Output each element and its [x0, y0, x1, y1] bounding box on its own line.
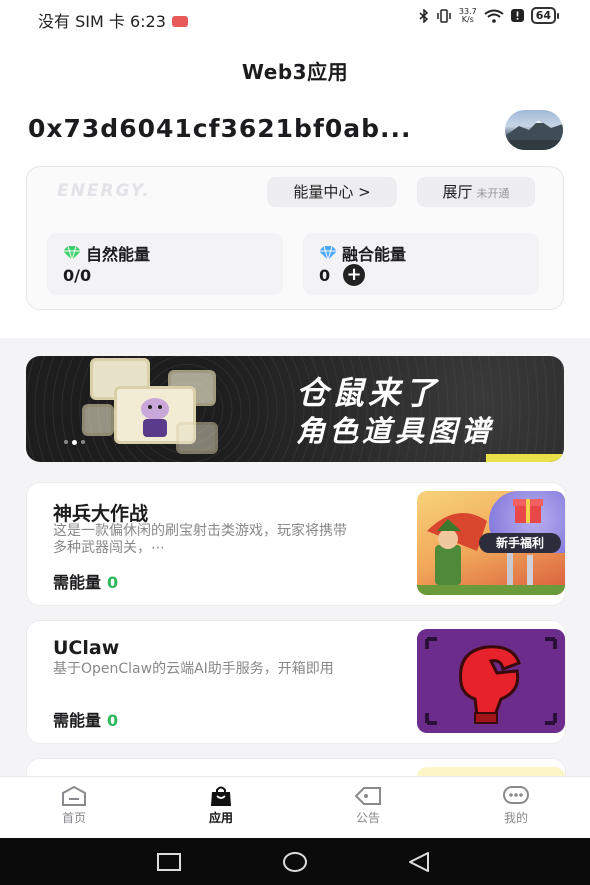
bluetooth-icon	[419, 8, 428, 23]
app-description: 这是一款偏休闲的刷宝射击类游戏，玩家将携带多种武器闯关，⋯	[53, 523, 347, 556]
fusion-energy-box[interactable]: 融合能量 0 +	[303, 233, 539, 295]
page-title: Web3应用	[241, 60, 349, 84]
status-right: 33.7 K/s 64	[419, 7, 560, 24]
item-tile-small	[82, 404, 114, 436]
tag-icon	[354, 787, 381, 805]
energy-requirement-label: 需能量	[53, 711, 102, 730]
wallet-section: 0x73d6041cf3621bf0ab... ENERGY. 能量中心 > 展…	[0, 102, 590, 338]
game-thumbnail: 新手福利	[417, 491, 565, 595]
promo-banner[interactable]: 仓鼠来了 角色道具图谱	[26, 356, 564, 462]
notification-badge-icon	[171, 16, 188, 27]
back-icon[interactable]	[406, 851, 432, 873]
battery-icon: 64	[530, 7, 560, 24]
alert-icon	[510, 9, 524, 22]
energy-requirement: 需能量 0	[53, 569, 118, 593]
app-header: Web3应用	[0, 38, 590, 102]
energy-requirement: 需能量 0	[53, 707, 118, 731]
app-description: 基于OpenClaw的云端AI助手服务，开箱即用	[53, 661, 334, 677]
energy-requirement-value: 0	[107, 573, 119, 592]
claw-icon	[425, 637, 557, 725]
natural-energy-title: 自然能量	[63, 241, 150, 265]
system-navigation-bar	[0, 838, 590, 885]
app-name: UClaw	[53, 637, 120, 659]
avatar[interactable]	[505, 110, 563, 150]
natural-energy-label: 自然能量	[86, 245, 151, 264]
energy-card: ENERGY. 能量中心 > 展厅 未开通 自然能量 0/0 融合能量 0 +	[26, 166, 564, 310]
gift-badge: 新手福利	[479, 491, 565, 553]
natural-energy-box[interactable]: 自然能量 0/0	[47, 233, 283, 295]
tab-label: 我的	[503, 811, 528, 825]
recent-apps-icon[interactable]	[156, 852, 182, 872]
energy-requirement-value: 0	[107, 711, 119, 730]
app-card-shenbing[interactable]: 神兵大作战 这是一款偏休闲的刷宝射击类游戏，玩家将携带多种武器闯关，⋯ 需能量 0…	[26, 482, 566, 606]
add-fusion-energy-button[interactable]: +	[343, 264, 365, 286]
uclaw-thumbnail	[417, 629, 565, 733]
app-name: 神兵大作战	[53, 503, 149, 525]
tab-announcements[interactable]: 公告	[323, 785, 413, 826]
wifi-icon	[484, 9, 504, 23]
hall-button[interactable]: 展厅 未开通	[417, 177, 535, 207]
hall-status: 未开通	[476, 187, 510, 200]
tab-label: 应用	[208, 811, 233, 825]
vibrate-icon	[437, 8, 451, 23]
status-left: 没有 SIM 卡 6:23	[38, 8, 188, 32]
net-speed: 33.7 K/s	[459, 7, 477, 24]
blue-gem-icon	[319, 246, 337, 260]
tab-label: 首页	[61, 811, 86, 825]
gift-icon	[513, 499, 543, 523]
carousel-dot	[64, 440, 68, 444]
clock: 6:23	[129, 12, 166, 31]
wallet-address[interactable]: 0x73d6041cf3621bf0ab...	[28, 114, 412, 143]
home-button-icon[interactable]	[281, 851, 309, 873]
item-tile-bottom	[176, 422, 218, 454]
carousel-dot	[81, 440, 85, 444]
energy-requirement-label: 需能量	[53, 573, 102, 592]
tab-home[interactable]: 首页	[29, 785, 119, 826]
carousel-dot-active	[72, 440, 77, 445]
banner-subheadline: 角色道具图谱	[296, 414, 495, 448]
chat-bubble-icon	[503, 786, 529, 804]
status-bar: 没有 SIM 卡 6:23 33.7 K/s 64	[0, 0, 590, 38]
newbie-bonus-badge: 新手福利	[479, 533, 561, 553]
bottom-tab-bar: 首页 应用 公告 我的	[0, 776, 590, 839]
carousel-dots	[64, 440, 85, 445]
tab-profile[interactable]: 我的	[471, 785, 561, 826]
shopping-bag-icon	[211, 786, 231, 806]
app-card-uclaw[interactable]: UClaw 基于OpenClaw的云端AI助手服务，开箱即用 需能量 0	[26, 620, 566, 744]
banner-accent-bar	[486, 454, 564, 462]
net-speed-unit: K/s	[461, 14, 474, 24]
fusion-energy-value: 0	[319, 266, 331, 285]
green-gem-icon	[63, 246, 81, 260]
fusion-energy-title: 融合能量	[319, 241, 406, 265]
energy-logo: ENERGY.	[57, 181, 151, 201]
hall-label: 展厅	[442, 183, 473, 201]
carrier-text: 没有 SIM 卡	[38, 12, 125, 31]
fusion-energy-label: 融合能量	[342, 245, 407, 264]
energy-center-button[interactable]: 能量中心 >	[267, 177, 397, 207]
tab-apps[interactable]: 应用	[176, 785, 266, 826]
home-icon	[62, 785, 86, 806]
tab-label: 公告	[355, 811, 380, 825]
natural-energy-value: 0/0	[63, 266, 92, 285]
mountain-avatar-image	[505, 120, 563, 150]
